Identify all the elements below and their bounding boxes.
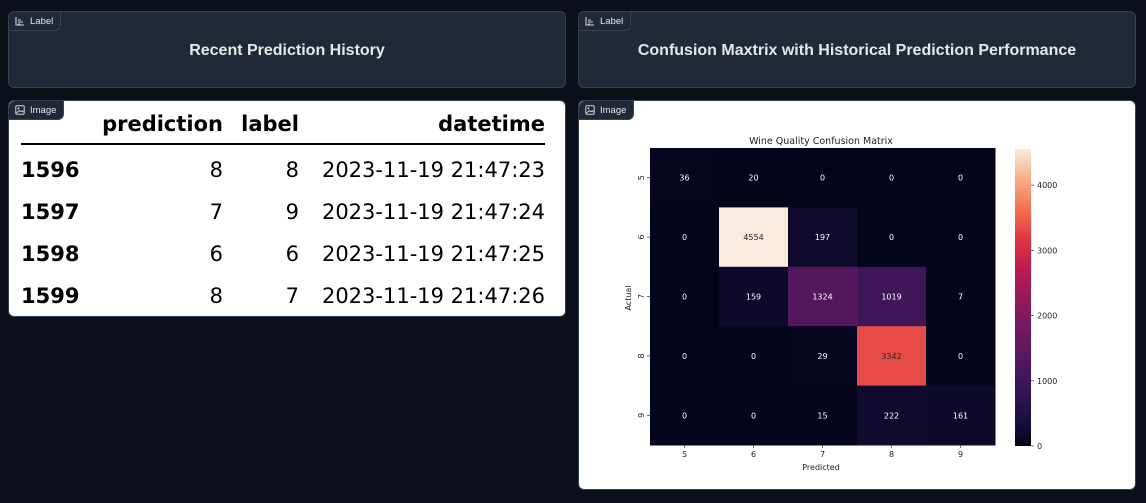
cell-value-label: 0 <box>682 293 687 302</box>
prediction-cell: 8 <box>209 158 223 182</box>
image-tag-text: Image <box>30 104 57 116</box>
datetime-cell: 2023-11-19 21:47:26 <box>321 284 545 308</box>
label-cell: 8 <box>285 158 299 182</box>
cell-value-label: 0 <box>958 352 963 361</box>
colorbar-tick-label: 0 <box>1037 442 1042 451</box>
cell-value-label: 15 <box>817 411 827 420</box>
y-tick-label: 6 <box>637 235 646 240</box>
label-tag-text: Label <box>30 15 54 27</box>
table-row: 1599 8 7 2023-11-19 21:47:26 <box>21 275 545 317</box>
datetime-cell: 2023-11-19 21:47:25 <box>321 242 545 266</box>
colorbar-tick-label: 3000 <box>1037 246 1057 255</box>
cell-value-label: 159 <box>746 293 761 302</box>
label-icon <box>15 17 24 26</box>
cell-value-label: 0 <box>958 174 963 183</box>
cell-value-label: 0 <box>682 411 687 420</box>
label-cell: 7 <box>285 284 299 308</box>
panel-title: Recent Prediction History <box>189 41 385 59</box>
cell-value-label: 0 <box>751 352 756 361</box>
colorbar <box>1015 149 1031 446</box>
x-tick-label: 9 <box>958 450 963 459</box>
column-header-prediction: prediction <box>81 105 223 145</box>
prediction-table: prediction label datetime 1596 8 8 2023-… <box>21 105 545 317</box>
confusion-matrix-chart: Wine Quality Confusion Matrix Predicted … <box>624 136 1057 472</box>
x-axis-label: Predicted <box>802 463 840 472</box>
image-tag-text: Image <box>600 104 627 116</box>
chart-title: Wine Quality Confusion Matrix <box>749 136 893 147</box>
row-index: 1599 <box>21 284 80 308</box>
prediction-cell: 8 <box>209 284 223 308</box>
prediction-cell: 6 <box>209 242 223 266</box>
row-index: 1597 <box>21 200 80 224</box>
cell-value-label: 0 <box>682 233 687 242</box>
datetime-cell: 2023-11-19 21:47:24 <box>321 200 545 224</box>
prediction-history-image: Image prediction label datetime 1596 8 8… <box>8 100 566 317</box>
y-tick-label: 8 <box>637 353 646 358</box>
prediction-cell: 7 <box>209 200 223 224</box>
colorbar-tick-label: 4000 <box>1037 181 1057 190</box>
label-icon <box>585 17 594 26</box>
label-tag-text: Label <box>600 15 624 27</box>
y-tick-label: 5 <box>637 175 646 180</box>
cell-value-label: 4554 <box>743 233 763 242</box>
cell-value-label: 7 <box>958 293 963 302</box>
image-icon <box>15 105 25 115</box>
row-index: 1598 <box>21 242 80 266</box>
cell-value-label: 29 <box>817 352 827 361</box>
cell-value-label: 0 <box>958 233 963 242</box>
cell-value-label: 0 <box>751 411 756 420</box>
image-icon <box>585 105 595 115</box>
cell-value-label: 1324 <box>812 293 832 302</box>
table-row: 1597 7 9 2023-11-19 21:47:24 <box>21 191 545 233</box>
cell-value-label: 36 <box>679 174 689 183</box>
x-tick-label: 7 <box>820 450 825 459</box>
cell-value-label: 0 <box>820 174 825 183</box>
datetime-cell: 2023-11-19 21:47:23 <box>321 158 545 182</box>
label-tag: Label <box>579 12 632 31</box>
label-tag: Label <box>9 12 62 31</box>
x-tick-label: 5 <box>682 450 687 459</box>
cell-value-label: 3342 <box>881 352 901 361</box>
x-tick-label: 8 <box>889 450 894 459</box>
right-label-panel: Label Confusion Maxtrix with Historical … <box>578 11 1136 88</box>
row-index: 1596 <box>21 158 80 182</box>
x-tick-label: 6 <box>751 450 756 459</box>
cell-value-label: 197 <box>815 233 830 242</box>
y-tick-label: 7 <box>637 294 646 299</box>
colorbar-tick-label: 2000 <box>1037 312 1057 321</box>
table-header-row: prediction label datetime <box>21 105 545 145</box>
image-tag: Image <box>579 101 635 120</box>
cell-value-label: 0 <box>889 233 894 242</box>
cell-value-label: 161 <box>953 411 968 420</box>
panel-title: Confusion Maxtrix with Historical Predic… <box>637 41 1077 59</box>
y-axis-label: Actual <box>624 285 633 310</box>
cell-value-label: 0 <box>889 174 894 183</box>
confusion-matrix-image: Image Wine Quality Confusion Matrix Pred… <box>578 100 1136 490</box>
cell-value-label: 0 <box>682 352 687 361</box>
left-label-panel: Label Recent Prediction History <box>8 11 566 88</box>
cell-value-label: 222 <box>884 411 899 420</box>
table-row: 1598 6 6 2023-11-19 21:47:25 <box>21 233 545 275</box>
column-header-label: label <box>223 105 299 145</box>
table-row: 1596 8 8 2023-11-19 21:47:23 <box>21 144 545 191</box>
colorbar-tick-label: 1000 <box>1037 377 1057 386</box>
label-cell: 9 <box>285 200 299 224</box>
column-header-datetime: datetime <box>299 105 545 145</box>
cell-value-label: 1019 <box>881 293 901 302</box>
cell-value-label: 20 <box>748 174 758 183</box>
label-cell: 6 <box>285 242 299 266</box>
image-tag: Image <box>9 101 65 120</box>
y-tick-label: 9 <box>637 413 646 418</box>
